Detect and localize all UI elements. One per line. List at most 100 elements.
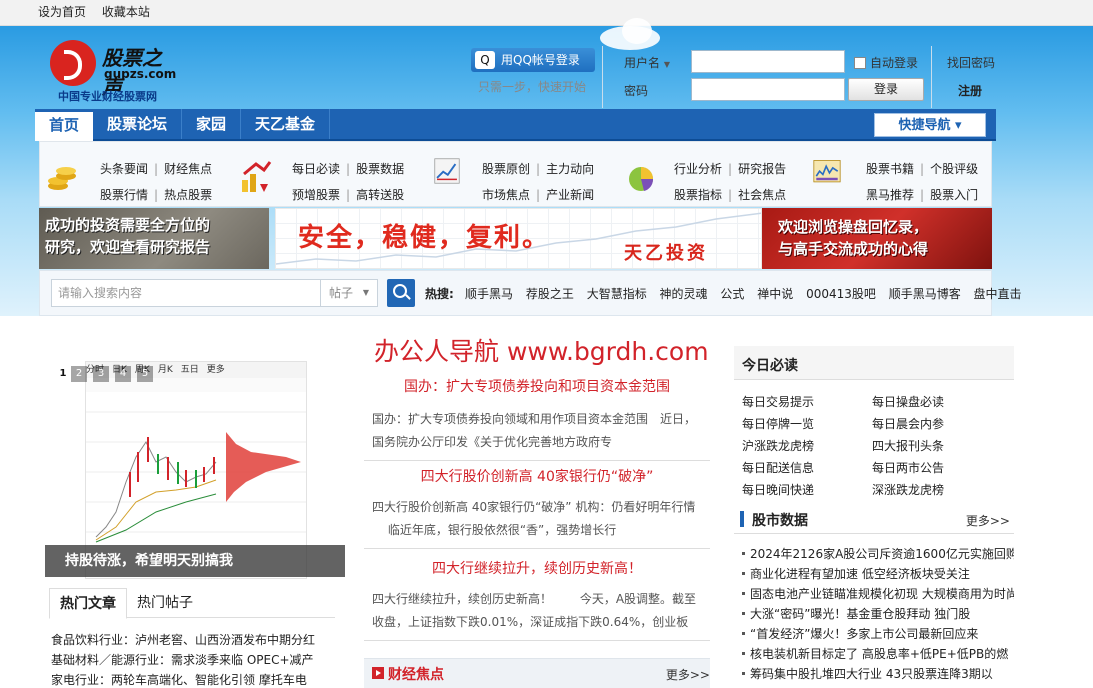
today-link[interactable]: 每日交易提示 [742, 391, 814, 413]
search-icon[interactable] [387, 279, 415, 307]
slide-caption[interactable]: 持股待涨，希望明天别搞我 [45, 545, 345, 577]
subnav-link[interactable]: 研究报告 [738, 162, 786, 176]
list-item[interactable]: 固态电池产业链瞄准规模化初现 大规模商用为时尚 [742, 584, 1014, 604]
qq-login-label: 用QQ帐号登录 [501, 53, 580, 67]
list-item[interactable]: 基础材料／能源行业：需求淡季来临 OPEC+减产 [51, 650, 341, 670]
today-link[interactable]: 每日晚间快递 [742, 479, 814, 501]
today-link[interactable]: 每日晨会内参 [872, 413, 944, 435]
subnav-link[interactable]: 市场焦点 [482, 188, 530, 202]
arrow-right-icon [372, 667, 384, 679]
news-title[interactable]: 国办：扩大专项债券投向和项目资本金范围 [364, 376, 710, 396]
hot-word[interactable]: 公式 [720, 287, 744, 301]
hot-article-list: 食品饮料行业：泸州老窖、山西汾酒发布中期分红 基础材料／能源行业：需求淡季来临 … [51, 630, 341, 688]
search-input[interactable]: 请输入搜索内容 [51, 279, 321, 307]
login-button[interactable]: 登录 [848, 78, 924, 101]
news-title[interactable]: 四大行继续拉升，续创历史新高！ [364, 558, 710, 578]
today-link[interactable]: 每日操盘必读 [872, 391, 944, 413]
slide-indicator[interactable]: 1 [55, 366, 71, 382]
slide-indicator[interactable]: 2 [71, 366, 87, 382]
today-link[interactable]: 四大报刊头条 [872, 435, 944, 457]
hot-word[interactable]: 大智慧指标 [587, 287, 647, 301]
logo-icon [50, 40, 96, 86]
subnav-link[interactable]: 股票书籍 [866, 162, 914, 176]
bookmark-link[interactable]: 收藏本站 [102, 5, 150, 19]
tab-hot-articles[interactable]: 热门文章 [49, 588, 127, 619]
news-title[interactable]: 四大行股价创新高 40家银行仍“破净” [364, 466, 710, 486]
find-password-link[interactable]: 找回密码 [947, 54, 995, 71]
hot-word[interactable]: 顺手黑马博客 [889, 287, 961, 301]
subnav-link[interactable]: 高转送股 [356, 188, 404, 202]
hot-word[interactable]: 神的灵魂 [660, 287, 708, 301]
subnav-link[interactable]: 行业分析 [674, 162, 722, 176]
hot-word[interactable]: 盘中直击 [974, 287, 1022, 301]
today-link[interactable]: 每日两市公告 [872, 457, 944, 479]
auto-login-checkbox[interactable]: 自动登录 [854, 54, 918, 71]
subnav-link[interactable]: 股票指标 [674, 188, 722, 202]
subnav-link[interactable]: 每日必读 [292, 162, 340, 176]
research-banner[interactable]: 成功的投资需要全方位的 研究，欢迎查看研究报告 [39, 208, 269, 269]
nav-item-forum[interactable]: 股票论坛 [93, 109, 183, 139]
main-nav: 首页 股票论坛 家园 天乙基金 快捷导航 ▾ [35, 109, 996, 141]
password-input[interactable] [691, 78, 845, 101]
register-link[interactable]: 注册 [958, 82, 982, 99]
today-link[interactable]: 每日配送信息 [742, 457, 814, 479]
slide-indicator[interactable]: 4 [115, 366, 131, 382]
qq-login-button[interactable]: Q 用QQ帐号登录 [471, 48, 595, 72]
tab-hot-posts[interactable]: 热门帖子 [127, 588, 203, 618]
subnav-link[interactable]: 股票入门 [930, 188, 978, 202]
nav-item-fund[interactable]: 天乙基金 [241, 109, 331, 139]
today-link[interactable]: 每日停牌一览 [742, 413, 814, 435]
subnav-link[interactable]: 黑马推荐 [866, 188, 914, 202]
search-type-select[interactable]: 帖子 ▼ [321, 279, 378, 307]
section-title: 股市数据 [752, 513, 808, 529]
nav-item-home-garden[interactable]: 家园 [182, 109, 242, 139]
list-item[interactable]: 家电行业：两轮车高端化、智能化引领 摩托车电 [51, 670, 341, 688]
subnav-link[interactable]: 产业新闻 [546, 188, 594, 202]
subnav-link[interactable]: 个股评级 [930, 162, 978, 176]
subnav-link[interactable]: 热点股票 [164, 188, 212, 202]
memoir-banner[interactable]: 欢迎浏览操盘回忆录， 与高手交流成功的心得 [762, 208, 992, 269]
slide-indicator[interactable]: 3 [93, 366, 109, 382]
tianyi-banner[interactable]: 安全，稳健，复利。 天乙投资 [275, 208, 762, 269]
site-logo[interactable]: 股票之声 gupzs.com 中国专业财经股票网 [50, 40, 180, 103]
hot-word[interactable]: 禅中说 [757, 287, 793, 301]
growth-arrow-icon [242, 161, 272, 192]
username-input[interactable] [691, 50, 845, 73]
slide-indicator[interactable]: 5 [137, 366, 153, 382]
top-bar: 设为首页 收藏本站 [0, 0, 1093, 26]
subnav-link[interactable]: 社会焦点 [738, 188, 786, 202]
nav-item-home[interactable]: 首页 [35, 112, 94, 141]
username-label: 用户名 [624, 56, 661, 70]
subnav-link[interactable]: 股票原创 [482, 162, 530, 176]
list-item[interactable]: 食品饮料行业：泸州老窖、山西汾酒发布中期分红 [51, 630, 341, 650]
list-item[interactable]: 大涨“密码”曝光！基金重仓股拜动 独门股 [742, 604, 1014, 624]
divider [931, 46, 932, 108]
news-summary: 四大行股价创新高 40家银行仍“破净” 机构：仍看好明年行情 临近年底，银行股依… [372, 500, 696, 537]
divider [364, 460, 710, 461]
subnav-link[interactable]: 股票数据 [356, 162, 404, 176]
list-item[interactable]: 商业化进程有望加速 低空经济板块受关注 [742, 564, 1014, 584]
subnav-link[interactable]: 预增股票 [292, 188, 340, 202]
hot-word[interactable]: 000413股吧 [806, 287, 876, 301]
list-item[interactable]: 2024年2126家A股公司斥资逾1600亿元实施回购 [742, 544, 1014, 564]
list-item[interactable]: “首发经济”爆火！多家上市公司最新回应来 [742, 624, 1014, 644]
subnav-link[interactable]: 股票行情 [100, 188, 148, 202]
today-link[interactable]: 沪涨跌龙虎榜 [742, 435, 814, 457]
auto-login-label: 自动登录 [870, 56, 919, 70]
subnav-link[interactable]: 头条要闻 [100, 162, 148, 176]
list-item[interactable]: 筹码集中股扎堆四大行业 43只股票连降3期以 [742, 664, 1014, 684]
coins-icon [48, 167, 76, 190]
more-link[interactable]: 更多>> [966, 512, 1010, 529]
qq-login-hint: 只需一步，快速开始 [478, 80, 587, 94]
hot-word[interactable]: 荐股之王 [526, 287, 574, 301]
password-label: 密码 [624, 84, 649, 98]
set-home-link[interactable]: 设为首页 [38, 5, 86, 19]
list-item[interactable]: 核电装机新目标定了 高股息率+低PE+低PB的燃 [742, 644, 1014, 664]
subnav-link[interactable]: 主力动向 [546, 162, 594, 176]
username-type-select[interactable]: 用户名 ▼ [624, 54, 670, 71]
subnav-link[interactable]: 财经焦点 [164, 162, 212, 176]
more-link[interactable]: 更多>> [666, 666, 710, 683]
today-link[interactable]: 深涨跌龙虎榜 [872, 479, 944, 501]
hot-word[interactable]: 顺手黑马 [465, 287, 513, 301]
quick-nav-button[interactable]: 快捷导航 ▾ [874, 113, 986, 137]
